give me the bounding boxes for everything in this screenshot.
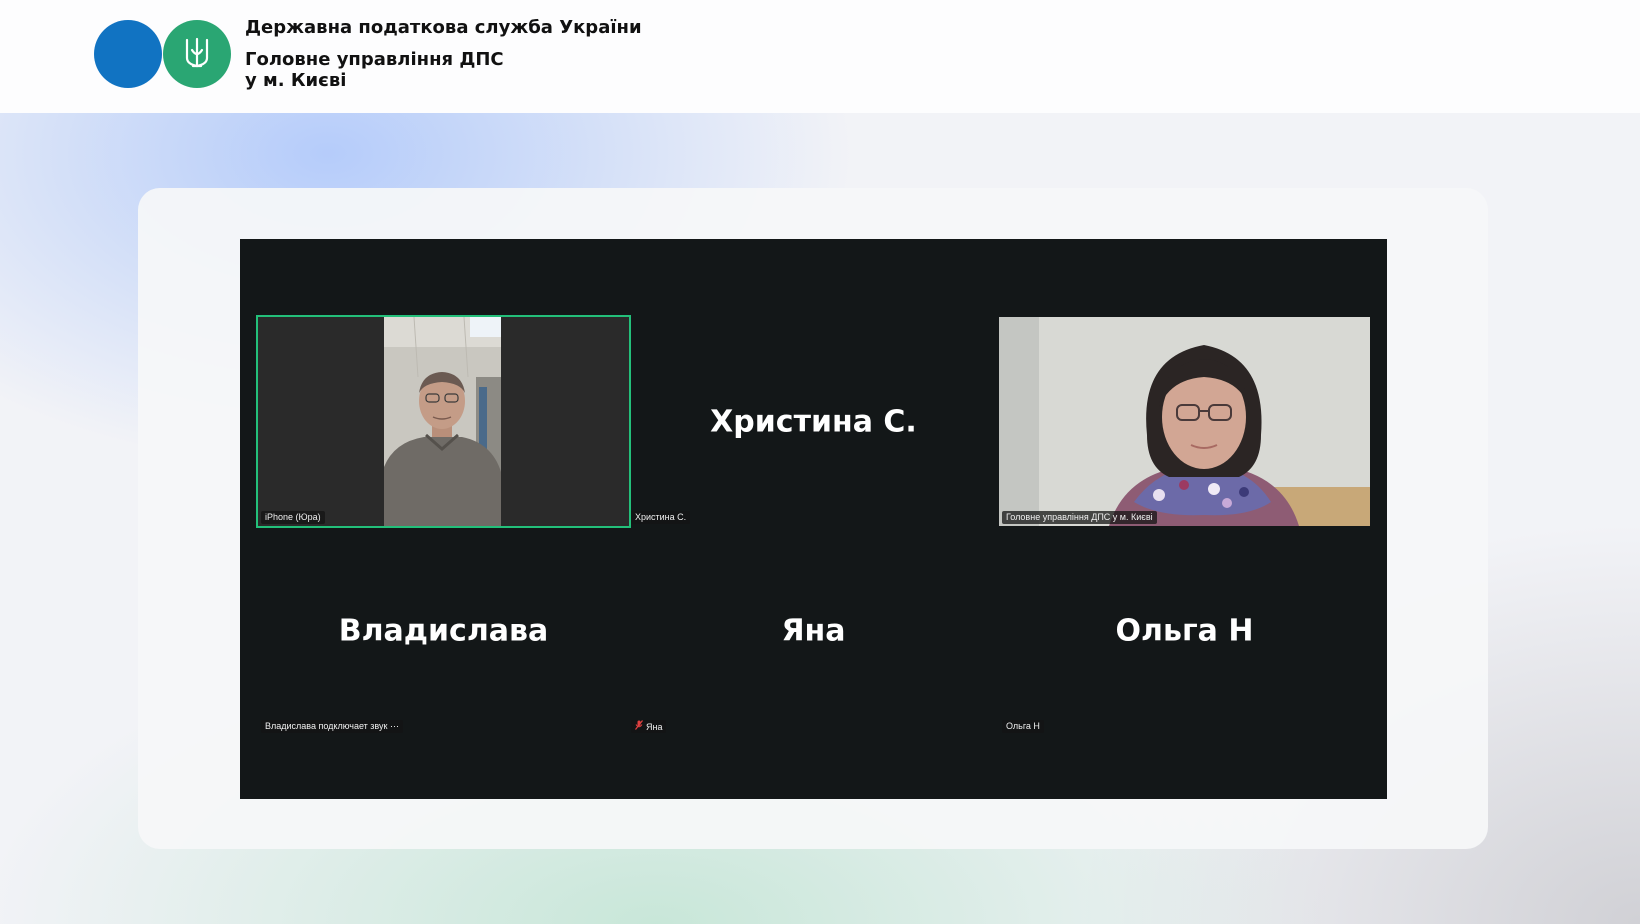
participant-display-name: Ольга Н	[1115, 613, 1254, 648]
participant-display-name: Яна	[781, 613, 846, 648]
participant-label: Христина С.	[631, 511, 691, 524]
participant-tile-vladyslava[interactable]: Владислава Владислава подключает звук ⋯	[258, 526, 629, 735]
participant-label: Ольга Н	[1002, 720, 1044, 733]
logo-blue-circle	[94, 20, 162, 88]
participant-tile-khrystyna[interactable]: Христина С. Христина С.	[628, 317, 999, 526]
muted-mic-icon	[635, 720, 643, 734]
office-name: Головне управління ДПС у м. Києві	[245, 49, 504, 91]
participant-display-name: Владислава	[338, 613, 549, 648]
participant-label: Владислава подключает звук	[265, 721, 388, 731]
header-bar: Державна податкова служба України Головн…	[0, 0, 1640, 113]
participant-tile-olga[interactable]: Ольга Н Ольга Н	[999, 526, 1370, 735]
participant-video-gu-dps	[999, 317, 1370, 526]
participant-label-with-status: Яна	[631, 720, 667, 734]
participant-display-name: Христина С.	[710, 404, 917, 439]
participant-video-yura	[384, 317, 501, 526]
participant-label: iPhone (Юра)	[261, 511, 325, 524]
participant-tile-yana[interactable]: Яна Яна	[628, 526, 999, 735]
office-name-line2: у м. Києві	[245, 70, 347, 91]
ellipsis-icon: ⋯	[389, 721, 399, 731]
participant-label-with-status: Владислава подключает звук ⋯	[261, 720, 403, 733]
office-name-line1: Головне управління ДПС	[245, 49, 504, 70]
video-meeting-gallery: iPhone (Юра) Христина С. Христина С. Гол…	[240, 239, 1387, 799]
participant-tile-yura[interactable]: iPhone (Юра)	[258, 317, 629, 526]
participant-label: Головне управління ДПС у м. Києві	[1002, 511, 1157, 524]
logo-trident-circle	[163, 20, 231, 88]
participant-tile-gu-dps[interactable]: Головне управління ДПС у м. Києві	[999, 317, 1370, 526]
trident-icon	[185, 37, 209, 68]
org-name: Державна податкова служба України	[245, 17, 642, 38]
participant-label: Яна	[646, 722, 663, 732]
